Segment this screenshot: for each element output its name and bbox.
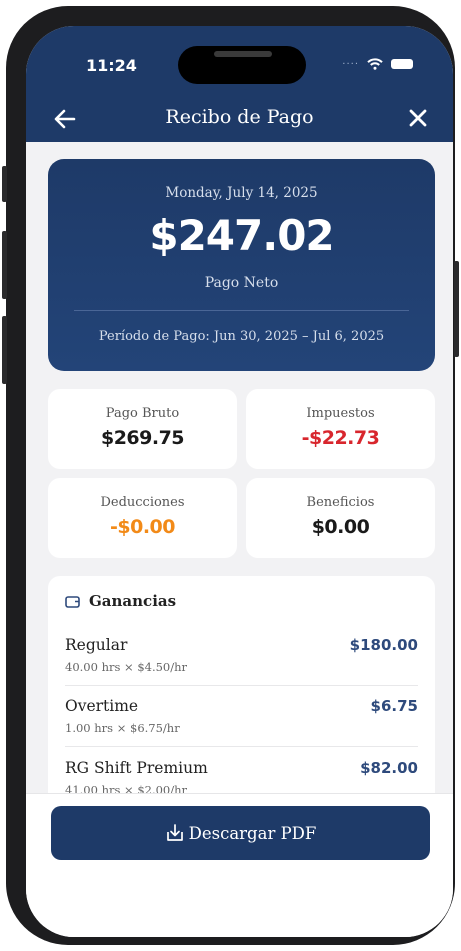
card-label: Pago Bruto <box>105 406 180 421</box>
power-button <box>454 261 459 357</box>
divider <box>74 310 409 311</box>
card-value: $0.00 <box>311 516 370 538</box>
taxes-card: Impuestos -$22.73 <box>246 389 435 469</box>
card-value: $269.75 <box>100 427 185 449</box>
earning-detail: 1.00 hrs × $6.75/hr <box>65 721 180 735</box>
net-pay-summary: Monday, July 14, 2025 $247.02 Pago Neto … <box>48 159 435 371</box>
pay-date: Monday, July 14, 2025 <box>165 185 318 201</box>
bottom-action-bar: Descargar PDF <box>26 793 453 937</box>
benefits-card: Beneficios $0.00 <box>246 478 435 558</box>
wifi-icon <box>367 58 383 70</box>
earning-amount: $82.00 <box>360 759 418 777</box>
earning-name: Regular <box>65 636 128 654</box>
divider <box>65 685 418 686</box>
download-pdf-button[interactable]: Descargar PDF <box>51 806 430 860</box>
earnings-section: Ganancias Regular 40.00 hrs × $4.50/hr $… <box>48 576 435 806</box>
card-label: Deducciones <box>100 495 185 510</box>
earning-name: Overtime <box>65 697 139 715</box>
earning-amount: $180.00 <box>349 636 418 654</box>
earning-row: Regular 40.00 hrs × $4.50/hr $180.00 <box>65 636 418 676</box>
earning-name: RG Shift Premium <box>65 759 208 777</box>
status-time: 11:24 <box>86 56 137 75</box>
volume-up-button <box>2 231 7 299</box>
card-label: Beneficios <box>306 495 375 510</box>
close-icon[interactable] <box>407 107 429 129</box>
card-value: -$0.00 <box>110 516 175 538</box>
gross-pay-card: Pago Bruto $269.75 <box>48 389 237 469</box>
page-title: Recibo de Pago <box>165 106 314 128</box>
download-icon <box>166 824 183 841</box>
volume-down-button <box>2 316 7 384</box>
battery-icon <box>391 59 413 69</box>
earnings-header: Ganancias <box>65 592 176 610</box>
card-label: Impuestos <box>306 406 375 421</box>
dynamic-island <box>178 46 306 84</box>
earning-amount: $6.75 <box>370 697 418 715</box>
earning-row: Overtime 1.00 hrs × $6.75/hr $6.75 <box>65 697 418 737</box>
status-icons: ···· <box>342 58 413 70</box>
download-pdf-label: Descargar PDF <box>188 823 317 843</box>
wallet-icon <box>65 595 80 608</box>
top-bar: 11:24 ···· Recibo de Pago <box>26 26 453 142</box>
phone-frame: 11:24 ···· Recibo de Pago Monday, July 1… <box>2 6 459 945</box>
divider <box>65 746 418 747</box>
action-button <box>2 166 7 202</box>
net-pay-amount: $247.02 <box>149 211 334 260</box>
earnings-title: Ganancias <box>89 592 177 610</box>
net-pay-label: Pago Neto <box>204 275 279 291</box>
earning-detail: 40.00 hrs × $4.50/hr <box>65 660 188 674</box>
pay-period: Período de Pago: Jun 30, 2025 – Jul 6, 2… <box>98 329 385 344</box>
signal-icon: ···· <box>342 58 359 70</box>
deductions-card: Deducciones -$0.00 <box>48 478 237 558</box>
screen: 11:24 ···· Recibo de Pago Monday, July 1… <box>26 26 453 937</box>
card-value: -$22.73 <box>301 427 380 449</box>
